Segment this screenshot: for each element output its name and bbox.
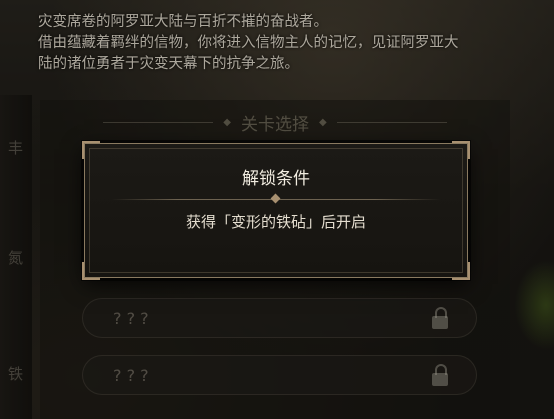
corner-ornament (452, 141, 470, 159)
dialog-title: 解锁条件 (242, 169, 310, 189)
unlock-condition-dialog[interactable]: 解锁条件 获得「变形的铁砧」后开启 (82, 141, 470, 280)
corner-ornament (82, 141, 100, 159)
corner-ornament (452, 262, 470, 280)
unlock-condition-message: 获得「变形的铁砧」后开启 (185, 213, 366, 231)
corner-ornament (82, 262, 100, 280)
diamond-ornament-icon (270, 193, 281, 204)
